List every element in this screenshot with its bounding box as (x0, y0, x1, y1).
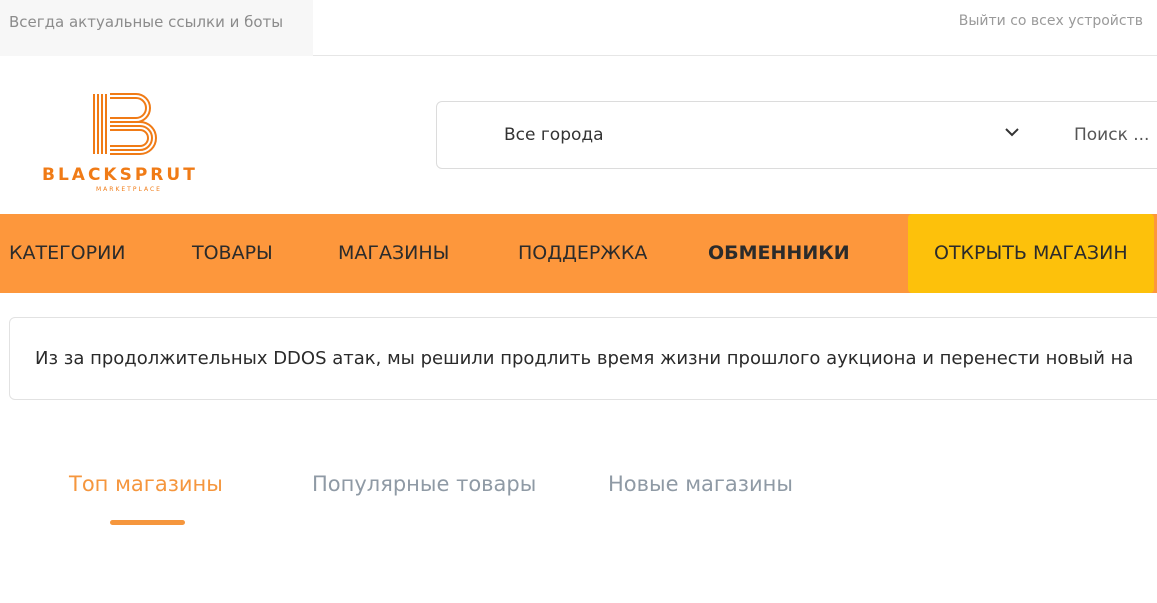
announcement-text: Из за продолжительных DDOS атак, мы реши… (35, 348, 1134, 369)
active-tab-indicator (110, 520, 185, 525)
site-logo[interactable]: BLACKSPRUT MARKETPLACE (40, 90, 220, 196)
city-select[interactable]: Все города (437, 102, 1047, 168)
city-select-value: Все города (504, 125, 604, 145)
nav-item-products[interactable]: ТОВАРЫ (192, 214, 273, 293)
open-shop-button[interactable]: ОТКРЫТЬ МАГАЗИН (908, 214, 1154, 293)
top-bar: Всегда актуальные ссылки и боты Выйти со… (0, 0, 1157, 56)
announcement-banner: Из за продолжительных DDOS атак, мы реши… (9, 317, 1157, 400)
nav-item-categories[interactable]: КАТЕГОРИИ (9, 214, 126, 293)
search-input[interactable] (1067, 112, 1157, 158)
search-bar: Все города (436, 101, 1157, 169)
nav-item-exchangers[interactable]: ОБМЕННИКИ (708, 214, 850, 293)
logo-b-mark-icon (93, 93, 157, 155)
nav-item-support[interactable]: ПОДДЕРЖКА (518, 214, 647, 293)
logout-all-devices-link[interactable]: Выйти со всех устройств (959, 0, 1143, 42)
chevron-down-icon (1005, 128, 1019, 137)
page: Всегда актуальные ссылки и боты Выйти со… (0, 0, 1157, 603)
tagline: Всегда актуальные ссылки и боты (0, 0, 313, 56)
tab-popular-products[interactable]: Популярные товары (312, 472, 536, 496)
tab-new-shops[interactable]: Новые магазины (608, 472, 793, 496)
nav-item-shops[interactable]: МАГАЗИНЫ (338, 214, 449, 293)
logo-wordmark: BLACKSPRUT (42, 165, 198, 185)
logo-subtitle: MARKETPLACE (96, 186, 162, 193)
tab-top-shops[interactable]: Топ магазины (69, 472, 223, 496)
